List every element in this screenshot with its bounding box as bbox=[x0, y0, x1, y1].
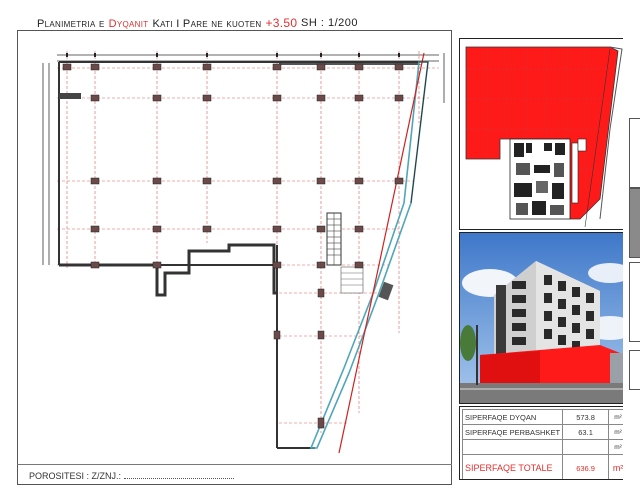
area-value: 63.1 bbox=[562, 424, 610, 440]
area-value: 573.8 bbox=[562, 409, 610, 425]
area-row: m² bbox=[461, 439, 628, 455]
rendering-panel bbox=[459, 232, 629, 404]
edge-box bbox=[629, 118, 640, 188]
title-middle: Kati I Pare ne kuoten bbox=[152, 18, 262, 30]
area-row: SIPERFAQE PERBASHKET 63.1 m² bbox=[461, 424, 628, 440]
key-plan-panel bbox=[459, 38, 629, 230]
area-total-value: 636.9 bbox=[562, 454, 610, 479]
grid-lines bbox=[57, 51, 439, 433]
title-elevation: +3.50 bbox=[265, 16, 298, 30]
client-label: POROSITESI : Z/ZNJ.: bbox=[29, 471, 122, 481]
client-signature-line bbox=[123, 470, 234, 479]
adjacent-sheet-edge bbox=[623, 0, 640, 492]
area-total-label: SIPERFAQE TOTALE bbox=[461, 454, 564, 479]
drawing-scale: SH : 1/200 bbox=[301, 17, 358, 29]
title-prefix: Planimetria e bbox=[37, 18, 105, 30]
area-table: SIPERFAQE DYQAN 573.8 m² SIPERFAQE PERBA… bbox=[461, 409, 628, 479]
area-total-row: SIPERFAQE TOTALE 636.9 m² bbox=[461, 454, 628, 479]
area-value bbox=[562, 439, 610, 455]
drawing-sheet: Planimetria e Dyqanit Kati I Pare ne kuo… bbox=[7, 6, 634, 487]
area-label bbox=[461, 439, 564, 455]
key-plan bbox=[460, 39, 628, 229]
edge-box bbox=[629, 262, 640, 342]
dimension-lines bbox=[42, 53, 445, 265]
building-rendering bbox=[460, 233, 628, 403]
area-table-panel: SIPERFAQE DYQAN 573.8 m² SIPERFAQE PERBA… bbox=[459, 406, 629, 480]
title-highlight: Dyqanit bbox=[108, 18, 149, 30]
right-panels: SIPERFAQE DYQAN 573.8 m² SIPERFAQE PERBA… bbox=[459, 38, 629, 488]
area-label: SIPERFAQE PERBASHKET bbox=[461, 424, 564, 440]
edge-box bbox=[629, 188, 640, 258]
floor-plan bbox=[42, 51, 445, 454]
client-field: POROSITESI : Z/ZNJ.: bbox=[29, 470, 234, 481]
edge-box bbox=[629, 350, 640, 390]
area-row: SIPERFAQE DYQAN 573.8 m² bbox=[461, 409, 628, 425]
area-label: SIPERFAQE DYQAN bbox=[461, 409, 564, 425]
footer-divider bbox=[17, 464, 452, 465]
